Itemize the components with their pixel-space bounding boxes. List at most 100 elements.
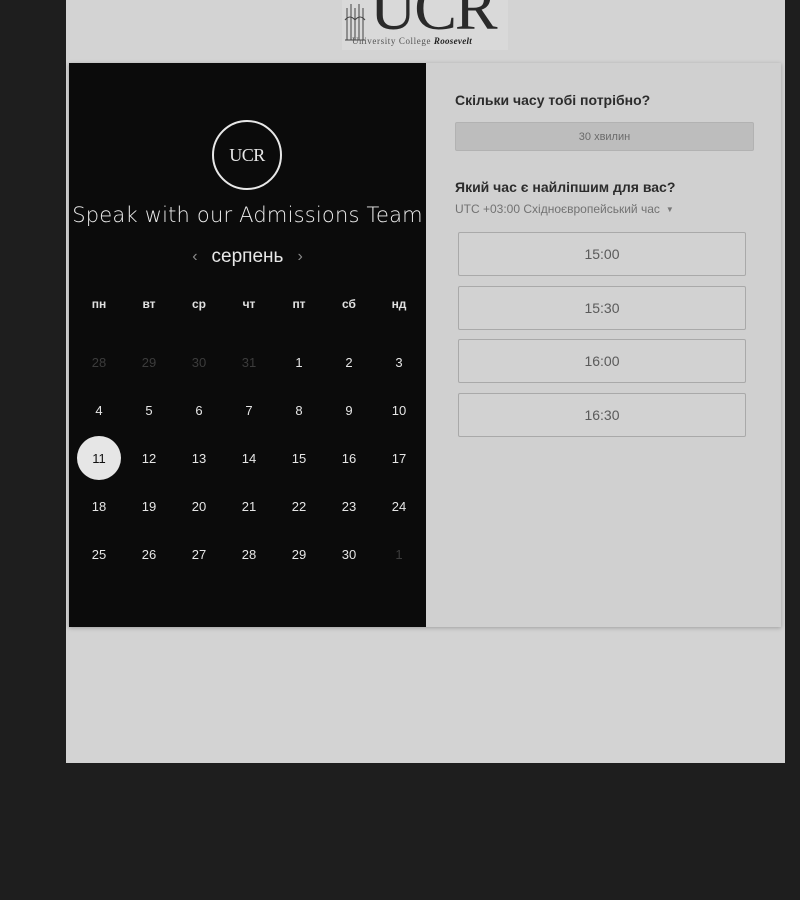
calendar-day-number: 31 — [241, 355, 257, 371]
calendar-day-number: 30 — [191, 355, 207, 371]
time-question: Який час є найліпшим для вас? — [455, 179, 676, 195]
calendar-day-number: 15 — [291, 450, 307, 466]
calendar-day[interactable]: 26 — [124, 530, 174, 578]
calendar-day[interactable]: 10 — [374, 387, 424, 435]
weekday-label: ср — [191, 297, 206, 311]
booking-options: Скільки часу тобі потрібно? 30 хвилин Як… — [426, 63, 781, 627]
calendar-day-number: 8 — [295, 403, 303, 419]
calendar-day-number: 28 — [241, 546, 257, 562]
calendar-day[interactable]: 27 — [174, 530, 224, 578]
calendar-day[interactable]: 21 — [224, 482, 274, 530]
time-slot-button[interactable]: 15:00 — [458, 232, 746, 276]
calendar-day[interactable]: 3 — [374, 339, 424, 387]
calendar-day-number: 27 — [191, 546, 207, 562]
weekday-label: пт — [292, 297, 306, 311]
calendar-day-number: 17 — [391, 450, 407, 466]
time-slot-button[interactable]: 16:30 — [458, 392, 746, 437]
next-month-button[interactable]: › — [297, 248, 302, 266]
calendar-day: 30 — [174, 339, 224, 387]
logo-subtitle-em: Roosevelt — [433, 36, 473, 46]
calendar-day-number: 22 — [291, 498, 307, 514]
calendar-day[interactable]: 15 — [274, 435, 324, 483]
calendar-day[interactable]: 14 — [224, 435, 274, 483]
calendar-day[interactable]: 17 — [374, 435, 424, 483]
calendar-day-number: 20 — [191, 498, 207, 514]
calendar-day[interactable]: 7 — [224, 387, 274, 435]
calendar-day-number: 6 — [195, 403, 203, 419]
month-label: серпень — [211, 246, 284, 267]
calendar-day-number: 1 — [395, 546, 403, 562]
calendar-day-number: 18 — [91, 498, 107, 514]
calendar-day-number: 30 — [341, 546, 357, 562]
duration-selector[interactable]: 30 хвилин — [455, 122, 754, 151]
calendar-day-selected[interactable]: 11 — [74, 435, 124, 483]
caret-down-icon: ▼ — [665, 204, 674, 214]
calendar-day[interactable]: 24 — [374, 482, 424, 530]
calendar-day-number: 5 — [145, 403, 153, 419]
calendar-day-number: 12 — [141, 450, 157, 466]
booking-card: UCR Speak with our Admissions Team ‹ сер… — [69, 63, 781, 627]
calendar-day-number: 3 — [395, 355, 403, 371]
calendar-day: 1 — [374, 530, 424, 578]
calendar-day[interactable]: 8 — [274, 387, 324, 435]
calendar-day[interactable]: 18 — [74, 482, 124, 530]
calendar-day[interactable]: 28 — [224, 530, 274, 578]
calendar-day[interactable]: 4 — [74, 387, 124, 435]
timezone-selector[interactable]: UTC +03:00 Східноєвропейський час ▼ — [455, 202, 674, 216]
calendar-day-number: 26 — [141, 546, 157, 562]
calendar-day[interactable]: 2 — [324, 339, 374, 387]
calendar-day-number: 16 — [341, 450, 357, 466]
calendar-day-number: 14 — [241, 450, 257, 466]
weekday-header: пн вт ср чт пт сб нд — [74, 297, 424, 311]
calendar-day[interactable]: 19 — [124, 482, 174, 530]
calendar-day: 28 — [74, 339, 124, 387]
prev-month-button[interactable]: ‹ — [192, 248, 197, 266]
calendar-day[interactable]: 22 — [274, 482, 324, 530]
time-slot-list: 15:00 15:30 16:00 16:30 — [458, 232, 746, 446]
time-slot-button[interactable]: 16:00 — [458, 339, 746, 383]
calendar-day[interactable]: 5 — [124, 387, 174, 435]
weekday-label: чт — [242, 297, 256, 311]
calendar-logo: UCR — [212, 120, 282, 190]
calendar-day: 29 — [124, 339, 174, 387]
calendar-day-number: 10 — [391, 403, 407, 419]
calendar-day-number: 7 — [245, 403, 253, 419]
calendar-day[interactable]: 30 — [324, 530, 374, 578]
calendar-day-number: 25 — [91, 546, 107, 562]
calendar-day-number: 21 — [241, 498, 257, 514]
calendar-day[interactable]: 29 — [274, 530, 324, 578]
calendar-day-number: 13 — [191, 450, 207, 466]
calendar-day[interactable]: 20 — [174, 482, 224, 530]
weekday-label: вт — [142, 297, 156, 311]
calendar-day-number: 29 — [141, 355, 157, 371]
calendar-day-number: 9 — [345, 403, 353, 419]
weekday-label: сб — [342, 297, 356, 311]
weekday-label: нд — [391, 297, 407, 311]
time-slot-button[interactable]: 15:30 — [458, 285, 746, 330]
calendar-day[interactable]: 12 — [124, 435, 174, 483]
calendar-day[interactable]: 25 — [74, 530, 124, 578]
calendar-day-number: 23 — [341, 498, 357, 514]
calendar-day[interactable]: 16 — [324, 435, 374, 483]
day-grid: 28 29 30 31 1 2 3 4 5 6 7 8 9 10 11 12 13 14 15 16 17 18 19 20 2… — [74, 339, 424, 578]
calendar-day-number: 24 — [391, 498, 407, 514]
month-navigation: ‹ серпень › — [69, 245, 426, 269]
timezone-label: UTC +03:00 Східноєвропейський час — [455, 202, 660, 216]
calendar-day-number: 11 — [77, 436, 121, 481]
calendar-day-number: 2 — [345, 355, 353, 371]
calendar-day-number: 1 — [295, 355, 303, 371]
calendar-day-number: 4 — [95, 403, 103, 419]
calendar-day-number: 28 — [91, 355, 107, 371]
duration-question: Скільки часу тобі потрібно? — [455, 92, 651, 108]
calendar-day[interactable]: 9 — [324, 387, 374, 435]
calendar-title: Speak with our Admissions Team — [72, 203, 423, 227]
calendar-day-number: 29 — [291, 546, 307, 562]
ucr-logo: UCR University College Roosevelt — [342, 0, 508, 50]
calendar-day-number: 19 — [141, 498, 157, 514]
calendar-day[interactable]: 23 — [324, 482, 374, 530]
calendar-day[interactable]: 1 — [274, 339, 324, 387]
calendar-day[interactable]: 6 — [174, 387, 224, 435]
calendar-panel: UCR Speak with our Admissions Team ‹ сер… — [69, 63, 426, 627]
calendar-logo-text: UCR — [229, 144, 265, 165]
calendar-day[interactable]: 13 — [174, 435, 224, 483]
